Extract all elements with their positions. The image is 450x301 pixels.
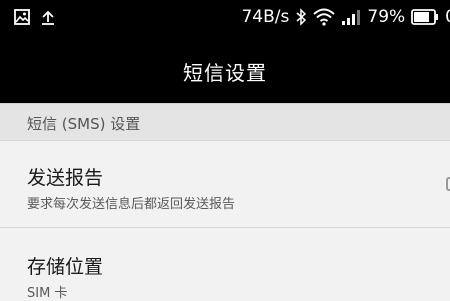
bluetooth-icon <box>295 8 307 26</box>
battery-percent: 79% <box>367 7 406 27</box>
upload-icon <box>40 9 56 25</box>
wifi-icon <box>313 8 336 26</box>
delivery-report-title: 发送报告 <box>27 167 104 189</box>
network-speed: 74B/s <box>241 7 290 27</box>
section-header-label: 短信 (SMS) 设置 <box>27 115 141 133</box>
storage-location-title: 存储位置 <box>27 256 104 278</box>
battery-icon <box>411 9 439 25</box>
delivery-report-checkbox[interactable] <box>446 177 450 191</box>
status-bar: 74B/s 79% <box>0 0 450 36</box>
status-right-icons: 74B/s 79% <box>241 7 450 27</box>
signal-icon <box>341 8 361 26</box>
delivery-report-description: 要求每次发送信息后都返回发送报告 <box>27 197 236 212</box>
status-left-icons <box>14 9 56 25</box>
page-title: 短信设置 <box>183 61 267 85</box>
title-bar: 短信设置 <box>0 36 450 103</box>
setting-delivery-report[interactable]: 发送报告 要求每次发送信息后都返回发送报告 <box>0 141 450 228</box>
setting-storage-location[interactable]: 存储位置 SIM 卡 <box>0 228 450 301</box>
clock-fragment: 0 <box>445 7 450 27</box>
image-icon <box>14 9 30 25</box>
section-header: 短信 (SMS) 设置 <box>0 103 450 141</box>
storage-location-value: SIM 卡 <box>27 286 68 301</box>
